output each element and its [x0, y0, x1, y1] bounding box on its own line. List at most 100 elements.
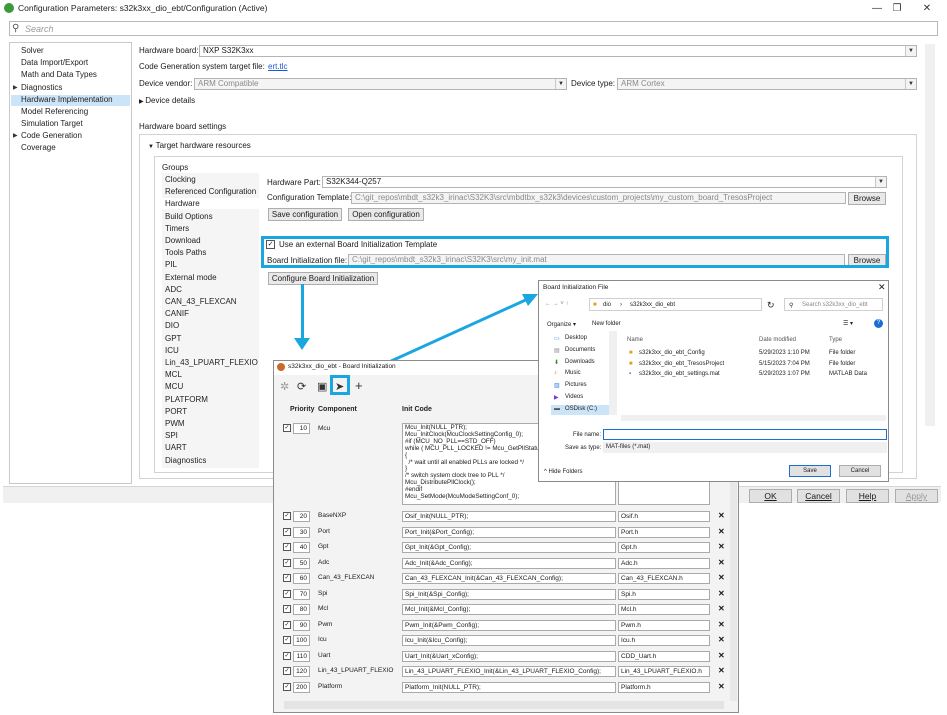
- save-icon[interactable]: ▣: [317, 380, 327, 393]
- remove-row-icon[interactable]: ✕: [718, 666, 725, 675]
- remove-row-icon[interactable]: ✕: [718, 542, 725, 551]
- ok-button[interactable]: OK: [749, 489, 792, 503]
- init-code-field[interactable]: Port_Init(&Port_Config);: [402, 526, 616, 538]
- init-code-field[interactable]: Lin_43_LPUART_FLEXIO_Init(&Lin_43_LPUART…: [402, 666, 616, 677]
- nav-item[interactable]: Documents: [565, 347, 595, 353]
- remove-row-icon[interactable]: ✕: [718, 558, 725, 567]
- tree-item-model-referencing[interactable]: Model Referencing: [21, 107, 88, 116]
- nav-item[interactable]: Downloads: [565, 359, 595, 365]
- group-item[interactable]: Clocking: [165, 175, 196, 184]
- config-template-field[interactable]: C:\git_repos\mbdt_s32k3_irinac\S32K3\src…: [351, 192, 846, 204]
- browse-template-button[interactable]: Browse: [848, 192, 886, 205]
- group-item[interactable]: MCU: [165, 382, 183, 391]
- row-enable-checkbox[interactable]: ✓: [283, 512, 291, 520]
- priority-field[interactable]: 60: [293, 573, 310, 584]
- priority-field[interactable]: 10: [293, 423, 310, 434]
- tree-item-coverage[interactable]: Coverage: [21, 143, 56, 152]
- group-item[interactable]: Hardware: [165, 199, 200, 208]
- open-configuration-button[interactable]: Open configuration: [348, 208, 424, 221]
- board-init-hscroll[interactable]: [284, 701, 724, 709]
- priority-field[interactable]: 100: [293, 635, 310, 646]
- tree-item-code-generation[interactable]: Code Generation: [21, 131, 82, 140]
- priority-field[interactable]: 30: [293, 526, 310, 538]
- tree-item-simulation-target[interactable]: Simulation Target: [21, 119, 83, 128]
- header-file-field[interactable]: Adc.h: [618, 557, 710, 569]
- remove-row-icon[interactable]: ✕: [718, 651, 725, 660]
- header-file-field[interactable]: Osif.h: [618, 511, 710, 522]
- init-code-field[interactable]: Platform_Init(NULL_PTR);: [402, 681, 616, 693]
- nav-item[interactable]: Music: [565, 370, 581, 376]
- header-file-field[interactable]: Mcl.h: [618, 604, 710, 615]
- init-code-field[interactable]: Pwm_Init(&Pwm_Config);: [402, 619, 616, 631]
- row-enable-checkbox[interactable]: ✓: [283, 543, 291, 551]
- vertical-scrollbar[interactable]: [925, 44, 935, 426]
- row-enable-checkbox[interactable]: ✓: [283, 636, 291, 644]
- cancel-button[interactable]: Cancel: [797, 489, 840, 503]
- header-file-field[interactable]: Spi.h: [618, 588, 710, 600]
- priority-field[interactable]: 20: [293, 511, 310, 522]
- group-item[interactable]: DIO: [165, 321, 179, 330]
- tree-item-solver[interactable]: Solver: [21, 46, 44, 55]
- group-item[interactable]: CANIF: [165, 309, 189, 318]
- expand-arrow-icon[interactable]: ▶: [13, 132, 18, 139]
- row-enable-checkbox[interactable]: ✓: [283, 667, 291, 675]
- remove-row-icon[interactable]: ✕: [718, 589, 725, 598]
- help-button[interactable]: Help: [846, 489, 889, 503]
- row-enable-checkbox[interactable]: ✓: [283, 651, 291, 660]
- file-search-input[interactable]: ⚲ Search s32k3xx_dio_ebt: [784, 298, 883, 311]
- restore-button[interactable]: ❐: [884, 1, 910, 17]
- group-item[interactable]: PIL: [165, 260, 177, 269]
- group-item[interactable]: PORT: [165, 407, 187, 416]
- group-item[interactable]: UART: [165, 443, 187, 452]
- organize-menu[interactable]: Organize ▾: [547, 321, 576, 328]
- group-item[interactable]: ICU: [165, 346, 179, 355]
- init-code-field[interactable]: Spi_Init(&Spi_Config);: [402, 588, 616, 600]
- hide-folders-toggle[interactable]: ^ Hide Folders: [544, 469, 583, 475]
- tree-item-data-import-export[interactable]: Data Import/Export: [21, 58, 88, 67]
- apply-button[interactable]: Apply: [895, 489, 938, 503]
- file-name[interactable]: s32k3xx_dio_ebt_settings.mat: [639, 371, 720, 377]
- search-input[interactable]: ⚲ Search: [9, 21, 938, 36]
- remove-row-icon[interactable]: ✕: [718, 682, 725, 691]
- group-item[interactable]: Tools Paths: [165, 248, 206, 257]
- hardware-part-dropdown[interactable]: S32K344-Q257 ▼: [322, 176, 887, 188]
- header-file-field[interactable]: Gpt.h: [618, 542, 710, 553]
- remove-row-icon[interactable]: ✕: [718, 573, 725, 582]
- row-enable-checkbox[interactable]: ✓: [283, 424, 291, 432]
- init-code-field[interactable]: Uart_Init(&Uart_xConfig);: [402, 650, 616, 662]
- save-configuration-button[interactable]: Save configuration: [268, 208, 342, 221]
- codegen-target-link[interactable]: ert.tlc: [268, 62, 288, 71]
- remove-row-icon[interactable]: ✕: [718, 527, 725, 536]
- group-item[interactable]: Lin_43_LPUART_FLEXIO: [165, 358, 258, 367]
- row-enable-checkbox[interactable]: ✓: [283, 574, 291, 582]
- header-file-field[interactable]: Pwm.h: [618, 619, 710, 631]
- init-code-field[interactable]: Mcl_Init(&Mcl_Config);: [402, 604, 616, 615]
- date-column-header[interactable]: Date modified: [759, 337, 796, 343]
- type-column-header[interactable]: Type: [829, 337, 842, 343]
- group-item[interactable]: CAN_43_FLEXCAN: [165, 297, 237, 306]
- row-enable-checkbox[interactable]: ✓: [283, 589, 291, 598]
- header-file-field[interactable]: CDD_Uart.h: [618, 650, 710, 662]
- row-enable-checkbox[interactable]: ✓: [283, 558, 291, 567]
- remove-row-icon[interactable]: ✕: [718, 604, 725, 613]
- priority-field[interactable]: 120: [293, 666, 310, 677]
- nav-scrollbar[interactable]: [609, 331, 617, 415]
- priority-field[interactable]: 90: [293, 619, 310, 631]
- tree-item-diagnostics[interactable]: Diagnostics: [21, 83, 62, 92]
- configure-board-init-button[interactable]: Configure Board Initialization: [268, 272, 378, 285]
- group-item[interactable]: PWM: [165, 419, 185, 428]
- hardware-board-dropdown[interactable]: NXP S32K3xx ▼: [199, 45, 917, 57]
- add-icon[interactable]: +: [355, 378, 363, 393]
- remove-row-icon[interactable]: ✕: [718, 635, 725, 644]
- close-icon[interactable]: ✕: [878, 282, 886, 293]
- nav-item[interactable]: Videos: [565, 394, 583, 400]
- init-code-field[interactable]: Adc_Init(&Adc_Config);: [402, 557, 616, 569]
- group-item[interactable]: External mode: [165, 273, 217, 282]
- name-column-header[interactable]: Name: [627, 337, 643, 343]
- group-item[interactable]: Download: [165, 236, 201, 245]
- view-options-icon[interactable]: ☰ ▾: [843, 320, 853, 327]
- file-name-input[interactable]: [603, 429, 887, 440]
- tree-item-math-data-types[interactable]: Math and Data Types: [21, 70, 97, 79]
- file-cancel-button[interactable]: Cancel: [839, 465, 881, 477]
- row-enable-checkbox[interactable]: ✓: [283, 605, 291, 613]
